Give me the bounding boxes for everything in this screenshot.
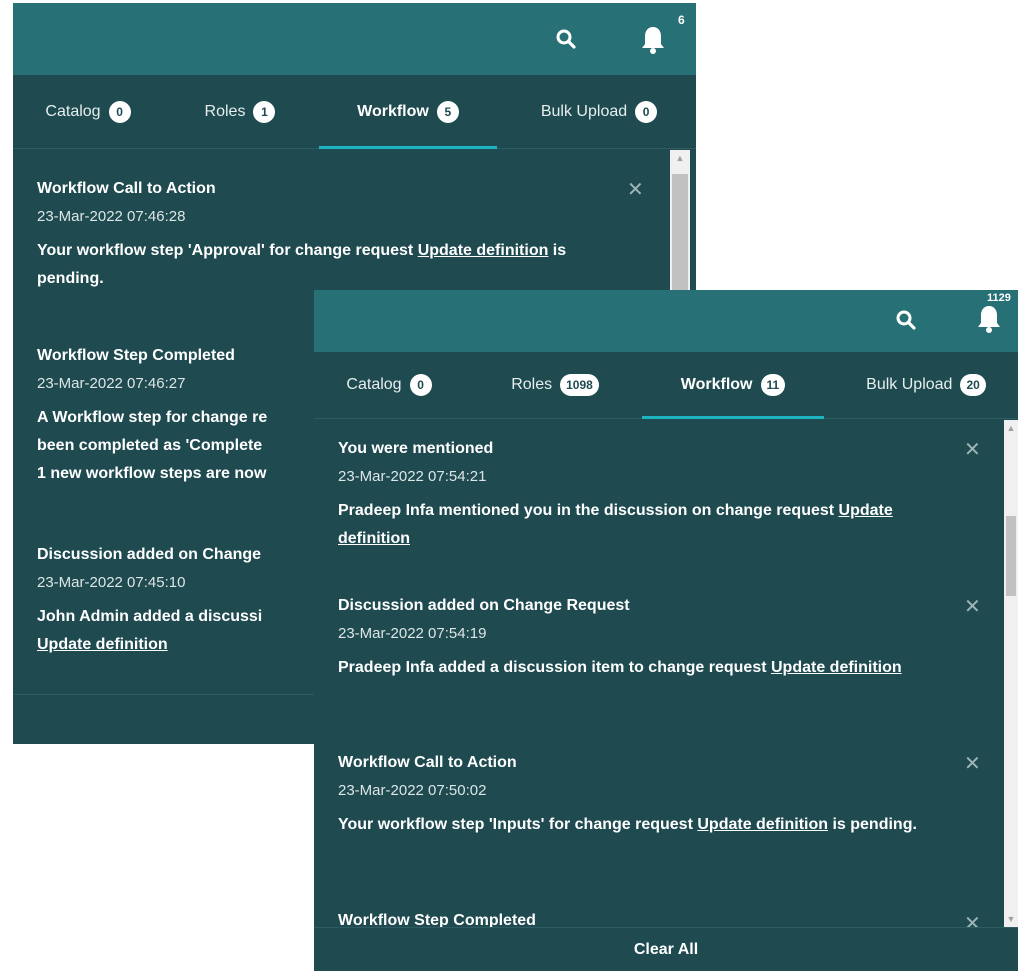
message-text: Your workflow step 'Inputs' for change r… — [338, 816, 698, 833]
notification-title: Workflow Call to Action — [338, 754, 517, 771]
bell-icon[interactable] — [640, 25, 666, 55]
tab-catalog[interactable]: Catalog 0 — [322, 352, 456, 418]
tab-label: Catalog — [45, 102, 101, 120]
search-icon[interactable] — [556, 29, 576, 49]
tab-roles[interactable]: Roles 1098 — [480, 352, 630, 418]
tab-label: Catalog — [346, 376, 402, 393]
scroll-down-arrow[interactable]: ▼ — [1004, 911, 1018, 927]
notification-panel-front: 1129 Catalog 0 Roles 1098 Workflow 11 Bu… — [314, 290, 1018, 971]
notification-message: Your workflow step 'Approval' for change… — [37, 237, 597, 293]
clear-all-button[interactable]: Clear All — [314, 927, 1018, 971]
message-text: Pradeep Infa mentioned you in the discus… — [338, 502, 839, 519]
notification-title: Workflow Step Completed — [338, 912, 536, 927]
close-icon[interactable]: ✕ — [964, 914, 981, 927]
tab-catalog[interactable]: Catalog 0 — [23, 75, 153, 148]
close-icon[interactable]: ✕ — [964, 440, 981, 460]
notification-item: Workflow Step Completed — [338, 912, 958, 927]
notification-title: You were mentioned — [338, 440, 494, 457]
notification-message: Pradeep Infa added a discussion item to … — [338, 654, 958, 682]
tab-label: Bulk Upload — [540, 102, 628, 120]
scroll-up-arrow[interactable]: ▲ — [1004, 420, 1018, 436]
tab-count-badge: 0 — [635, 100, 658, 123]
tab-workflow[interactable]: Workflow 5 — [319, 75, 497, 148]
tab-count-badge: 5 — [436, 100, 459, 123]
message-text: is pending. — [828, 816, 917, 833]
tab-count-badge: 11 — [760, 374, 786, 396]
notification-count: 6 — [678, 13, 685, 27]
tab-label: Roles — [204, 102, 246, 120]
active-tab-indicator — [319, 146, 497, 149]
tab-bulk-upload[interactable]: Bulk Upload 20 — [834, 352, 1018, 418]
notification-count: 1129 — [987, 292, 1011, 304]
tab-bulk-upload[interactable]: Bulk Upload 0 — [509, 75, 689, 148]
notification-title: Discussion added on Change Request — [338, 597, 630, 614]
tab-count-badge: 0 — [108, 100, 131, 123]
tab-count-badge: 0 — [409, 374, 432, 396]
notification-item: Workflow Call to Action 23-Mar-2022 07:5… — [338, 754, 958, 839]
notification-item: Workflow Call to Action 23-Mar-2022 07:4… — [37, 180, 597, 293]
tab-workflow[interactable]: Workflow 11 — [642, 352, 824, 418]
scroll-thumb[interactable] — [1006, 516, 1016, 596]
scroll-up-arrow[interactable]: ▲ — [670, 150, 690, 166]
message-text: Your workflow step 'Approval' for change… — [37, 242, 418, 259]
notification-tabs: Catalog 0 Roles 1 Workflow 5 Bulk Upload… — [13, 75, 696, 149]
change-request-link[interactable]: Update definition — [771, 659, 902, 676]
notification-timestamp: 23-Mar-2022 07:54:19 — [338, 625, 487, 642]
notification-item: You were mentioned 23-Mar-2022 07:54:21 … — [338, 440, 958, 553]
notification-title: Workflow Call to Action — [37, 180, 216, 197]
search-icon[interactable] — [896, 310, 916, 330]
tab-count-badge: 20 — [960, 374, 986, 396]
tab-count-badge: 1098 — [560, 374, 599, 396]
app-header-bar: 6 — [13, 3, 696, 75]
notification-item: Discussion added on Change Request 23-Ma… — [338, 597, 958, 682]
tab-label: Roles — [511, 376, 553, 393]
change-request-link[interactable]: Update definition — [418, 242, 549, 259]
active-tab-indicator — [642, 416, 824, 419]
notification-dropdown: Catalog 0 Roles 1098 Workflow 11 Bulk Up… — [314, 352, 1018, 971]
notification-tabs: Catalog 0 Roles 1098 Workflow 11 Bulk Up… — [314, 352, 1018, 419]
tab-roles[interactable]: Roles 1 — [175, 75, 305, 148]
app-header-bar: 1129 — [314, 290, 1018, 352]
message-text: Pradeep Infa added a discussion item to … — [338, 659, 771, 676]
notification-message: Your workflow step 'Inputs' for change r… — [338, 811, 958, 839]
close-icon[interactable]: ✕ — [964, 754, 981, 774]
tab-label: Workflow — [357, 102, 429, 120]
scrollbar[interactable]: ▲ ▼ — [1004, 420, 1018, 927]
notification-message: Pradeep Infa mentioned you in the discus… — [338, 497, 958, 553]
close-icon[interactable]: ✕ — [627, 180, 644, 200]
tab-count-badge: 1 — [253, 100, 276, 123]
notification-timestamp: 23-Mar-2022 07:54:21 — [338, 468, 487, 485]
tab-label: Bulk Upload — [866, 376, 953, 393]
bell-icon[interactable] — [976, 304, 1002, 334]
change-request-link[interactable]: Update definition — [697, 816, 828, 833]
close-icon[interactable]: ✕ — [964, 597, 981, 617]
notification-timestamp: 23-Mar-2022 07:50:02 — [338, 782, 487, 799]
tab-label: Workflow — [680, 376, 753, 393]
notification-timestamp: 23-Mar-2022 07:46:28 — [37, 208, 186, 225]
notification-list: You were mentioned 23-Mar-2022 07:54:21 … — [314, 420, 1018, 927]
